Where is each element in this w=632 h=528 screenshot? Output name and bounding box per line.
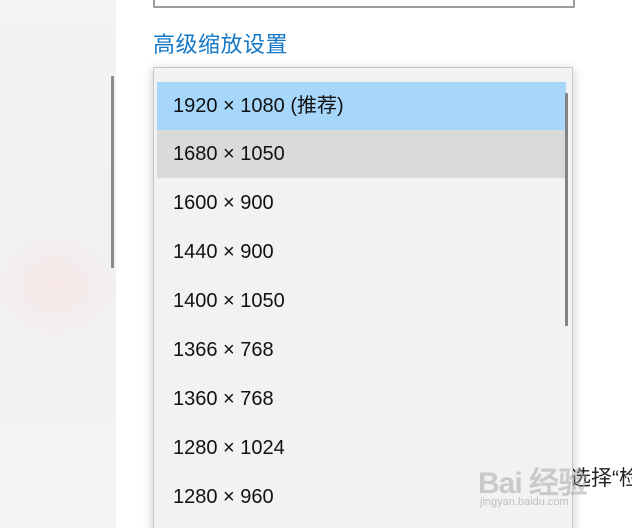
watermark-url: jingyan.baidu.com — [480, 496, 569, 508]
resolution-option-1680x1050[interactable]: 1680 × 1050 — [157, 130, 566, 178]
resolution-option-1920x1080[interactable]: 1920 × 1080 (推荐) — [157, 82, 566, 130]
resolution-option-1400x1050[interactable]: 1400 × 1050 — [157, 277, 566, 325]
resolution-option-1360x768[interactable]: 1360 × 768 — [157, 375, 566, 423]
resolution-option-1600x900[interactable]: 1600 × 900 — [157, 179, 566, 227]
left-panel-scrollbar[interactable] — [111, 76, 114, 268]
dropdown-scrollbar[interactable] — [565, 93, 568, 326]
background-blur — [0, 230, 110, 340]
resolution-option-1440x900[interactable]: 1440 × 900 — [157, 228, 566, 276]
advanced-scaling-settings-link[interactable]: 高级缩放设置 — [153, 27, 288, 59]
background-window-panel — [0, 0, 116, 528]
previous-control-edge — [153, 0, 575, 8]
resolution-option-1366x768[interactable]: 1366 × 768 — [157, 326, 566, 374]
display-settings-screen: 高级缩放设置 选择“检 1920 × 1080 (推荐) 1680 × 1050… — [0, 0, 632, 528]
